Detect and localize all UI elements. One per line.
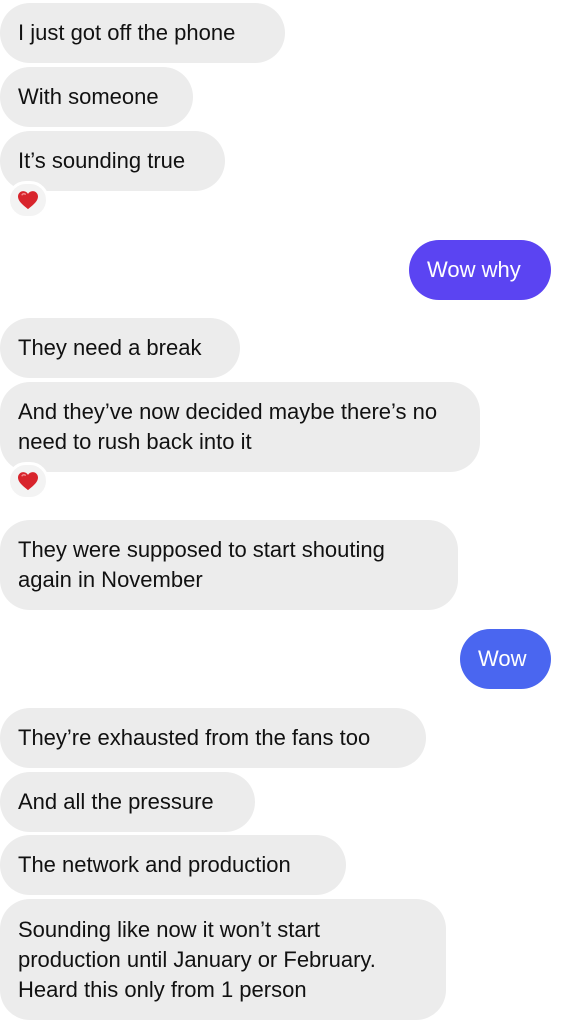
message-bubble-outgoing[interactable]: Wow why xyxy=(409,240,551,300)
reaction-badge[interactable] xyxy=(7,462,49,500)
message-text: They need a break xyxy=(18,335,202,360)
message-text: Wow xyxy=(478,646,527,671)
message-bubble-incoming[interactable]: They were supposed to start shouting aga… xyxy=(0,520,458,610)
message-bubble-incoming[interactable]: Sounding like now it won’t start product… xyxy=(0,899,446,1020)
message-bubble-incoming[interactable]: They’re exhausted from the fans too xyxy=(0,708,426,768)
message-text: Sounding like now it won’t start product… xyxy=(18,916,376,1002)
message-bubble-incoming[interactable]: And all the pressure xyxy=(0,772,255,832)
message-bubble-incoming[interactable]: They need a break xyxy=(0,318,240,378)
message-text: With someone xyxy=(18,84,159,109)
message-text: Wow why xyxy=(427,257,521,282)
message-bubble-incoming[interactable]: And they’ve now decided maybe there’s no… xyxy=(0,382,480,472)
message-text: And they’ve now decided maybe there’s no… xyxy=(18,399,438,454)
heart-icon xyxy=(18,472,38,491)
message-bubble-incoming[interactable]: The network and production xyxy=(0,835,346,895)
message-bubble-incoming[interactable]: With someone xyxy=(0,67,193,127)
heart-icon xyxy=(18,191,38,210)
message-text: And all the pressure xyxy=(18,789,214,814)
message-bubble-outgoing[interactable]: Wow xyxy=(460,629,551,689)
reaction-badge[interactable] xyxy=(7,181,49,219)
message-thread: I just got off the phone With someone It… xyxy=(0,0,563,1024)
message-text: It’s sounding true xyxy=(18,148,186,173)
message-text: They were supposed to start shouting aga… xyxy=(18,537,385,592)
message-text: I just got off the phone xyxy=(18,20,236,45)
message-text: They’re exhausted from the fans too xyxy=(18,725,371,750)
message-text: The network and production xyxy=(18,852,291,877)
message-bubble-incoming[interactable]: I just got off the phone xyxy=(0,3,285,63)
